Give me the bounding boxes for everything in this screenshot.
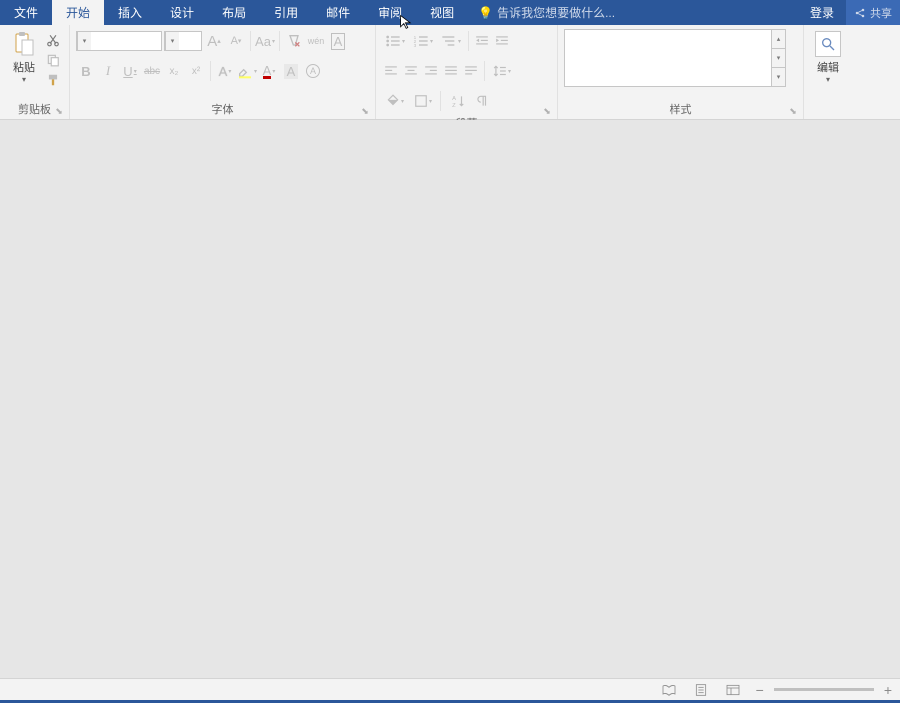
tell-me-search[interactable]: 💡 告诉我您想要做什么... (468, 0, 798, 25)
align-distributed-button[interactable] (462, 62, 480, 80)
document-area[interactable] (0, 120, 900, 678)
svg-text:A: A (452, 96, 456, 102)
char-shading-button[interactable]: A (281, 61, 301, 81)
bullets-button[interactable]: ▾ (382, 32, 408, 50)
decrease-indent-button[interactable] (473, 32, 491, 50)
copy-button[interactable] (44, 51, 62, 69)
numbering-button[interactable]: 123▾ (410, 32, 436, 50)
highlight-icon (237, 63, 253, 79)
status-bar: − + (0, 678, 900, 700)
cut-button[interactable] (44, 31, 62, 49)
paste-icon (12, 31, 36, 57)
group-font-label: 字体 (70, 101, 375, 119)
shading-button[interactable]: ▾ (382, 92, 408, 110)
tab-design[interactable]: 设计 (156, 0, 208, 25)
zoom-controls: − + (756, 682, 892, 698)
enclose-char-button[interactable]: A (303, 61, 323, 81)
editing-label: 编辑 (817, 59, 839, 75)
share-label: 共享 (870, 5, 892, 21)
styles-gallery-scroll: ▴ ▾ ▾ (771, 30, 785, 86)
align-justify-button[interactable] (442, 62, 460, 80)
group-styles: ▴ ▾ ▾ 样式 ⬊ (558, 25, 804, 119)
bold-button[interactable]: B (76, 61, 96, 81)
group-editing: 编辑 ▾ (804, 25, 852, 119)
char-border-button[interactable]: A (328, 31, 348, 51)
styles-gallery[interactable]: ▴ ▾ ▾ (564, 29, 786, 87)
tab-home[interactable]: 开始 (52, 0, 104, 25)
shrink-font-button[interactable]: A▾ (226, 31, 246, 51)
menu-tab-bar: 文件 开始 插入 设计 布局 引用 邮件 审阅 视图 💡 告诉我您想要做什么..… (0, 0, 900, 25)
line-spacing-button[interactable]: ▾ (489, 62, 515, 80)
align-left-button[interactable] (382, 62, 400, 80)
web-layout-button[interactable] (724, 682, 742, 698)
tab-layout[interactable]: 布局 (208, 0, 260, 25)
font-launcher[interactable]: ⬊ (359, 105, 371, 117)
group-font: ▾ ▾ A▴ A▾ Aa▾ wén A B I U▾ (70, 25, 376, 119)
find-icon (815, 31, 841, 57)
gallery-down-button[interactable]: ▾ (772, 49, 785, 68)
zoom-slider[interactable] (774, 688, 874, 691)
align-center-button[interactable] (402, 62, 420, 80)
highlight-button[interactable]: ▾ (237, 61, 257, 81)
tab-review[interactable]: 审阅 (364, 0, 416, 25)
print-layout-button[interactable] (692, 682, 710, 698)
share-button[interactable]: 共享 (846, 0, 900, 25)
group-clipboard: 粘贴 ▾ 剪贴板 ⬊ (0, 25, 70, 119)
align-right-button[interactable] (422, 62, 440, 80)
paste-button[interactable]: 粘贴 ▾ (6, 29, 42, 85)
tab-mailings[interactable]: 邮件 (312, 0, 364, 25)
group-styles-label: 样式 (558, 101, 803, 119)
paste-label: 粘贴 (13, 59, 35, 75)
show-marks-button[interactable] (473, 92, 491, 110)
phonetic-guide-button[interactable]: wén (306, 31, 326, 51)
read-mode-button[interactable] (660, 682, 678, 698)
grow-font-button[interactable]: A▴ (204, 31, 224, 51)
superscript-button[interactable]: x² (186, 61, 206, 81)
styles-gallery-body[interactable] (565, 30, 771, 86)
tell-me-placeholder: 告诉我您想要做什么... (497, 4, 615, 21)
underline-button[interactable]: U▾ (120, 61, 140, 81)
change-case-button[interactable]: Aa▾ (255, 31, 275, 51)
zoom-out-button[interactable]: − (756, 682, 764, 698)
increase-indent-button[interactable] (493, 32, 511, 50)
svg-text:3: 3 (414, 43, 417, 48)
clipboard-launcher[interactable]: ⬊ (53, 105, 65, 117)
styles-launcher[interactable]: ⬊ (787, 105, 799, 117)
borders-button[interactable]: ▾ (410, 92, 436, 110)
font-size-dropdown[interactable]: ▾ (165, 32, 179, 50)
sort-button[interactable]: AZ (445, 92, 471, 110)
zoom-in-button[interactable]: + (884, 682, 892, 698)
tab-file[interactable]: 文件 (0, 0, 52, 25)
group-editing-label (804, 101, 852, 119)
subscript-button[interactable]: x₂ (164, 61, 184, 81)
paragraph-launcher[interactable]: ⬊ (541, 105, 553, 117)
strikethrough-button[interactable]: abc (142, 61, 162, 81)
sign-in-button[interactable]: 登录 (798, 0, 846, 25)
tab-references[interactable]: 引用 (260, 0, 312, 25)
multilevel-list-button[interactable]: ▾ (438, 32, 464, 50)
font-name-combo[interactable]: ▾ (76, 31, 162, 51)
ribbon: 粘贴 ▾ 剪贴板 ⬊ ▾ (0, 25, 900, 120)
tab-insert[interactable]: 插入 (104, 0, 156, 25)
gallery-more-button[interactable]: ▾ (772, 68, 785, 86)
share-icon (854, 7, 866, 19)
chevron-down-icon: ▾ (22, 77, 26, 83)
chevron-down-icon: ▾ (826, 77, 830, 83)
lightbulb-icon: 💡 (478, 6, 493, 20)
clear-formatting-button[interactable] (284, 31, 304, 51)
group-paragraph: ▾ 123▾ ▾ ▾ ▾ ▾ AZ (376, 25, 558, 119)
font-color-button[interactable]: A▾ (259, 61, 279, 81)
font-name-dropdown[interactable]: ▾ (77, 32, 91, 50)
find-button[interactable]: 编辑 ▾ (810, 29, 846, 85)
gallery-up-button[interactable]: ▴ (772, 30, 785, 49)
svg-text:Z: Z (452, 103, 456, 108)
format-painter-button[interactable] (44, 71, 62, 89)
font-size-combo[interactable]: ▾ (164, 31, 202, 51)
italic-button[interactable]: I (98, 61, 118, 81)
tab-view[interactable]: 视图 (416, 0, 468, 25)
text-effects-button[interactable]: A▾ (215, 61, 235, 81)
